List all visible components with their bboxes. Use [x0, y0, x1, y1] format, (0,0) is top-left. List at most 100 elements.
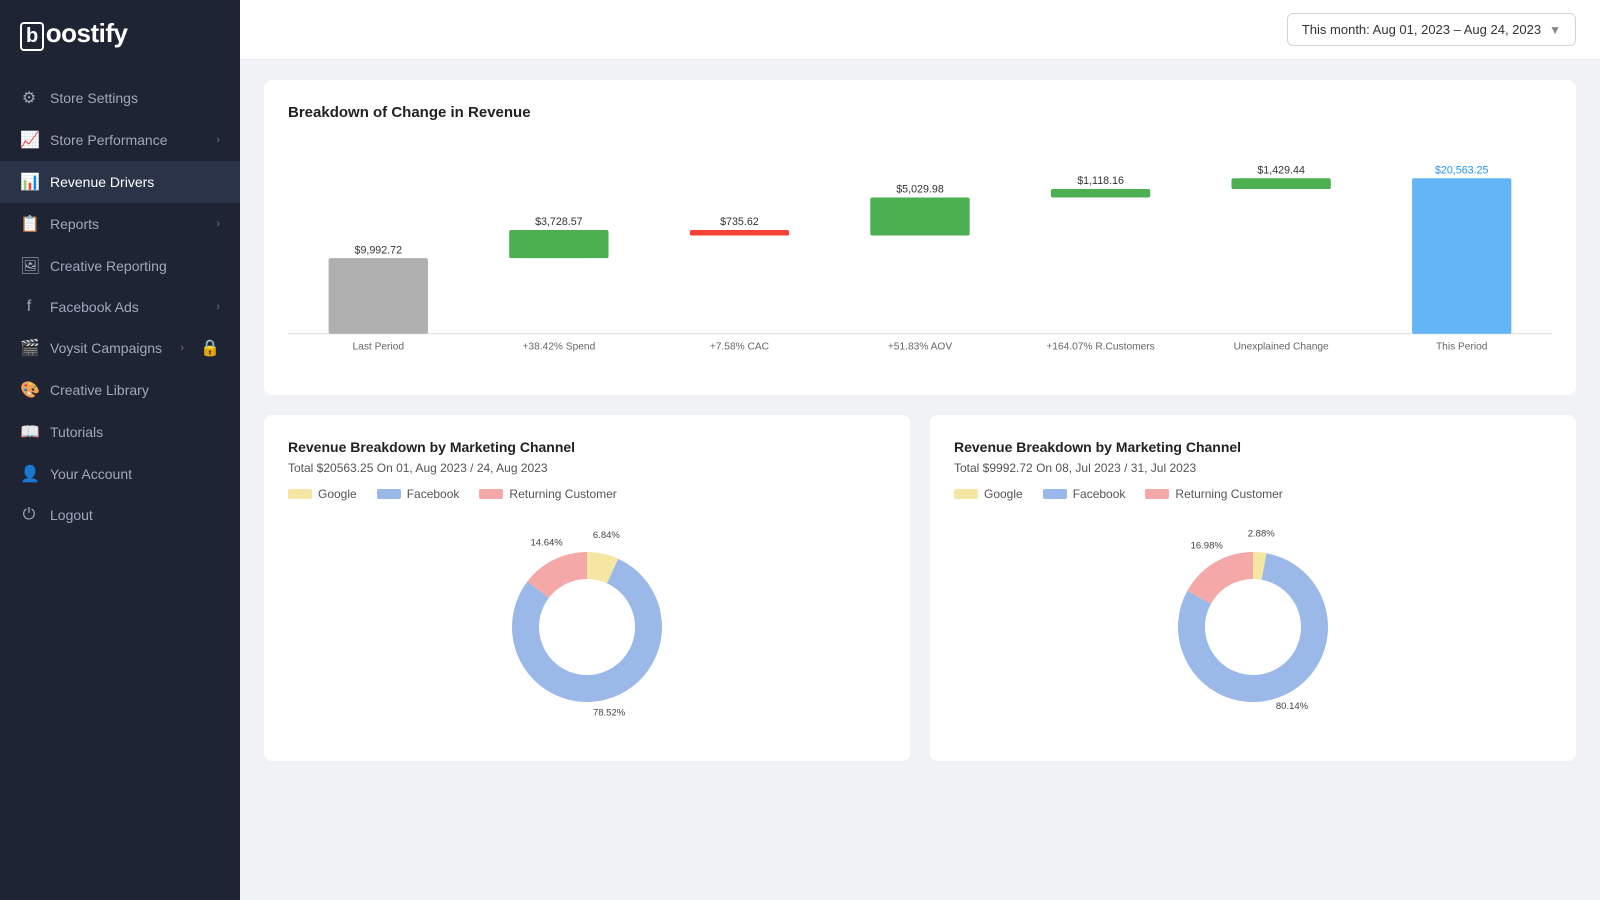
sidebar-item-tutorials[interactable]: 📖 Tutorials: [0, 411, 240, 453]
legend-dot: [954, 489, 978, 499]
bar-value-cac: $735.62: [720, 216, 759, 228]
sidebar-label-creative-reporting: Creative Reporting: [50, 258, 220, 274]
voysit-campaigns-icon: 🎬: [20, 338, 38, 358]
bar-last-period: [329, 258, 428, 334]
sidebar-label-store-settings: Store Settings: [50, 90, 220, 106]
date-range-text: This month: Aug 01, 2023 – Aug 24, 2023: [1302, 22, 1541, 37]
chevron-icon-store-performance: ›: [216, 134, 220, 146]
revenue-drivers-icon: 📊: [20, 172, 38, 192]
donut-right-wrap: 2.88% 80.14% 16.98%: [954, 517, 1552, 737]
donut-left-subtitle: Total $20563.25 On 01, Aug 2023 / 24, Au…: [288, 461, 886, 475]
legend-label: Facebook: [407, 487, 460, 501]
donut-label-2: 14.64%: [530, 537, 563, 548]
sidebar-item-voysit-campaigns[interactable]: 🎬 Voysit Campaigns › 🔒: [0, 327, 240, 369]
bar-value-aov: $5,029.98: [896, 184, 944, 196]
waterfall-chart: $9,992.72Last Period$3,728.57+38.42% Spe…: [288, 141, 1552, 371]
donut-row: Revenue Breakdown by Marketing Channel T…: [264, 415, 1576, 761]
bar-this-period: [1412, 178, 1511, 334]
creative-library-icon: 🎨: [20, 380, 38, 400]
chevron-icon-reports: ›: [216, 218, 220, 230]
chevron-icon-voysit-campaigns: ›: [180, 342, 184, 354]
bar-label-spend: +38.42% Spend: [522, 341, 595, 352]
legend-item-google: Google: [954, 487, 1023, 501]
sidebar: boostify ⚙ Store Settings 📈 Store Perfor…: [0, 0, 240, 900]
sidebar-item-creative-library[interactable]: 🎨 Creative Library: [0, 369, 240, 411]
legend-item-facebook: Facebook: [377, 487, 460, 501]
donut-label-2: 16.98%: [1191, 541, 1224, 552]
chevron-icon-facebook-ads: ›: [216, 301, 220, 313]
date-range-selector[interactable]: This month: Aug 01, 2023 – Aug 24, 2023 …: [1287, 13, 1576, 46]
waterfall-svg: $9,992.72Last Period$3,728.57+38.42% Spe…: [288, 141, 1552, 371]
creative-reporting-icon: 🖼: [20, 256, 38, 276]
donut-segment-returning-customer: [1187, 552, 1253, 604]
logo-text: boostify: [20, 18, 127, 51]
waterfall-title: Breakdown of Change in Revenue: [288, 104, 1552, 121]
legend-dot: [1145, 489, 1169, 499]
legend-item-google: Google: [288, 487, 357, 501]
sidebar-label-revenue-drivers: Revenue Drivers: [50, 174, 220, 190]
bar-aov: [870, 197, 969, 235]
chevron-down-icon: ▼: [1549, 23, 1561, 37]
bar-value-spend: $3,728.57: [535, 216, 583, 228]
bar-label-this-period: This Period: [1436, 341, 1488, 352]
donut-right-title: Revenue Breakdown by Marketing Channel: [954, 439, 1552, 455]
sidebar-item-reports[interactable]: 📋 Reports ›: [0, 203, 240, 245]
sidebar-item-revenue-drivers[interactable]: 📊 Revenue Drivers: [0, 161, 240, 203]
sidebar-label-logout: Logout: [50, 507, 220, 523]
sidebar-label-facebook-ads: Facebook Ads: [50, 299, 204, 315]
content-area: Breakdown of Change in Revenue $9,992.72…: [240, 60, 1600, 900]
legend-label: Google: [318, 487, 357, 501]
legend-item-returning-customer: Returning Customer: [1145, 487, 1282, 501]
sidebar-label-tutorials: Tutorials: [50, 424, 220, 440]
sidebar-item-store-performance[interactable]: 📈 Store Performance ›: [0, 119, 240, 161]
legend-dot: [377, 489, 401, 499]
reports-icon: 📋: [20, 214, 38, 234]
bar-returning: [1051, 189, 1150, 197]
legend-label: Returning Customer: [509, 487, 616, 501]
tutorials-icon: 📖: [20, 422, 38, 442]
bar-label-last-period: Last Period: [353, 341, 405, 352]
sidebar-nav: ⚙ Store Settings 📈 Store Performance › 📊…: [0, 69, 240, 900]
legend-label: Returning Customer: [1175, 487, 1282, 501]
topbar: This month: Aug 01, 2023 – Aug 24, 2023 …: [240, 0, 1600, 60]
logo: boostify: [0, 0, 240, 69]
sidebar-label-reports: Reports: [50, 216, 204, 232]
donut-right-subtitle: Total $9992.72 On 08, Jul 2023 / 31, Jul…: [954, 461, 1552, 475]
donut-left-legend: Google Facebook Returning Customer: [288, 487, 886, 501]
donut-right-card: Revenue Breakdown by Marketing Channel T…: [930, 415, 1576, 761]
donut-left-wrap: 6.84% 78.52% 14.64%: [288, 517, 886, 737]
bar-spend: [509, 230, 608, 258]
main-area: This month: Aug 01, 2023 – Aug 24, 2023 …: [240, 0, 1600, 900]
donut-label-0: 6.84%: [593, 530, 620, 541]
bar-label-aov: +51.83% AOV: [888, 341, 952, 352]
waterfall-card: Breakdown of Change in Revenue $9,992.72…: [264, 80, 1576, 395]
sidebar-item-your-account[interactable]: 👤 Your Account: [0, 453, 240, 495]
donut-label-0: 2.88%: [1248, 528, 1275, 539]
donut-left-title: Revenue Breakdown by Marketing Channel: [288, 439, 886, 455]
donut-label-1: 78.52%: [593, 707, 626, 718]
your-account-icon: 👤: [20, 464, 38, 484]
legend-dot: [479, 489, 503, 499]
store-performance-icon: 📈: [20, 130, 38, 150]
sidebar-item-logout[interactable]: ⏻ Logout: [0, 495, 240, 535]
logo-b-icon: b: [20, 22, 44, 51]
logout-icon: ⏻: [20, 506, 38, 524]
sidebar-label-store-performance: Store Performance: [50, 132, 204, 148]
bar-unexplained: [1231, 178, 1330, 189]
legend-label: Google: [984, 487, 1023, 501]
facebook-ads-icon: f: [20, 298, 38, 316]
donut-label-1: 80.14%: [1276, 701, 1309, 712]
store-settings-icon: ⚙: [20, 88, 38, 108]
donut-left-card: Revenue Breakdown by Marketing Channel T…: [264, 415, 910, 761]
sidebar-label-your-account: Your Account: [50, 466, 220, 482]
legend-dot: [288, 489, 312, 499]
sidebar-label-voysit-campaigns: Voysit Campaigns: [50, 340, 168, 356]
sidebar-item-facebook-ads[interactable]: f Facebook Ads ›: [0, 287, 240, 327]
donut-right-legend: Google Facebook Returning Customer: [954, 487, 1552, 501]
sidebar-item-store-settings[interactable]: ⚙ Store Settings: [0, 77, 240, 119]
legend-item-facebook: Facebook: [1043, 487, 1126, 501]
sidebar-item-creative-reporting[interactable]: 🖼 Creative Reporting: [0, 245, 240, 287]
bar-label-returning: +164.07% R.Customers: [1046, 341, 1154, 352]
legend-label: Facebook: [1073, 487, 1126, 501]
legend-item-returning-customer: Returning Customer: [479, 487, 616, 501]
